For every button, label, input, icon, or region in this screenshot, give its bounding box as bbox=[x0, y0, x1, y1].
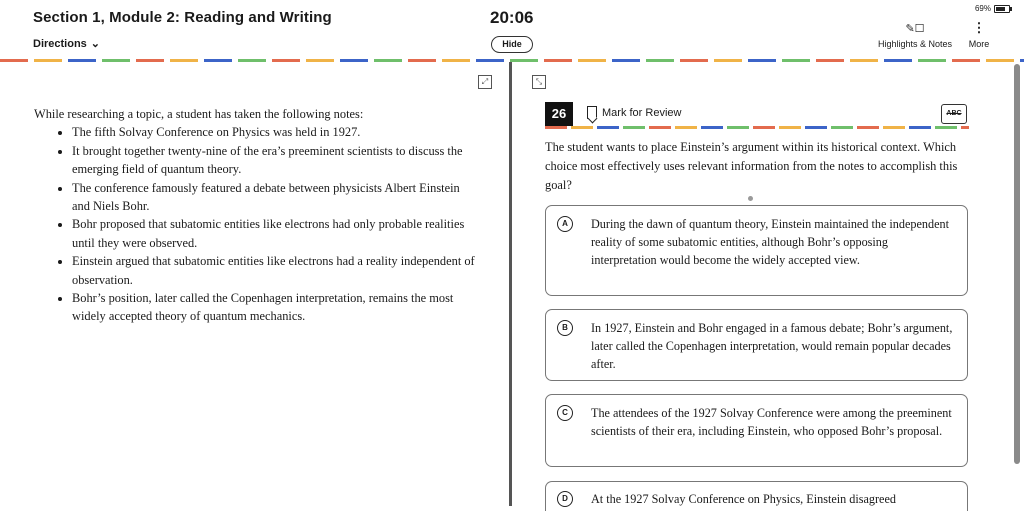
question-number: 26 bbox=[545, 102, 573, 126]
choice-d[interactable]: D At the 1927 Solvay Conference on Physi… bbox=[545, 481, 968, 511]
scrollbar[interactable] bbox=[1014, 64, 1020, 464]
choice-text: At the 1927 Solvay Conference on Physics… bbox=[591, 492, 896, 506]
top-bar: Section 1, Module 2: Reading and Writing… bbox=[0, 0, 1024, 60]
list-item: The conference famously featured a debat… bbox=[72, 179, 479, 216]
hide-timer-button[interactable]: Hide bbox=[491, 36, 533, 53]
choice-b[interactable]: B In 1927, Einstein and Bohr engaged in … bbox=[545, 309, 968, 381]
bookmark-icon bbox=[587, 106, 597, 119]
list-item: Bohr proposed that subatomic entities li… bbox=[72, 215, 479, 252]
choice-letter: A bbox=[557, 216, 573, 232]
question-prompt: The student wants to place Einstein’s ar… bbox=[545, 140, 958, 192]
notes-list: The fifth Solvay Conference on Physics w… bbox=[34, 123, 479, 325]
mark-for-review-button[interactable]: Mark for Review bbox=[587, 106, 681, 119]
battery-percent: 69% bbox=[974, 4, 991, 13]
more-label: More bbox=[968, 39, 990, 49]
choice-letter: C bbox=[557, 405, 573, 421]
strikethrough-abc-icon[interactable]: ABC bbox=[941, 104, 967, 124]
choice-text: The attendees of the 1927 Solvay Confere… bbox=[591, 406, 952, 439]
directions-label: Directions bbox=[33, 37, 87, 50]
passage-intro: While researching a topic, a student has… bbox=[34, 107, 364, 121]
chevron-down-icon: ⌄ bbox=[90, 38, 101, 50]
choice-letter: B bbox=[557, 320, 573, 336]
battery-icon bbox=[994, 4, 1012, 13]
list-item: The fifth Solvay Conference on Physics w… bbox=[72, 123, 479, 141]
battery-status: 69% bbox=[974, 4, 1012, 13]
more-button[interactable]: ⋮ More bbox=[966, 20, 992, 49]
question-divider bbox=[545, 126, 969, 129]
expand-icon[interactable]: ⤡ bbox=[532, 75, 546, 89]
choice-text: During the dawn of quantum theory, Einst… bbox=[591, 217, 949, 268]
mark-for-review-label: Mark for Review bbox=[602, 106, 682, 119]
vertical-dots-icon: ⋮ bbox=[972, 20, 986, 35]
list-item: Bohr’s position, later called the Copenh… bbox=[72, 289, 479, 326]
list-item: Einstein argued that subatomic entities … bbox=[72, 252, 479, 289]
section-title: Section 1, Module 2: Reading and Writing bbox=[33, 9, 332, 26]
passage-text: While researching a topic, a student has… bbox=[34, 105, 479, 326]
highlights-notes-button[interactable]: ✎☐ Highlights & Notes bbox=[873, 22, 957, 49]
timer: 20:06 bbox=[490, 8, 534, 27]
choice-text: In 1927, Einstein and Bohr engaged in a … bbox=[591, 321, 953, 372]
choice-c[interactable]: C The attendees of the 1927 Solvay Confe… bbox=[545, 394, 968, 467]
dot-indicator bbox=[748, 196, 753, 201]
pen-note-icon: ✎☐ bbox=[905, 23, 925, 35]
highlights-notes-label: Highlights & Notes bbox=[877, 39, 953, 49]
directions-toggle[interactable]: Directions ⌄ bbox=[33, 37, 101, 51]
expand-icon[interactable]: ⤢ bbox=[478, 75, 492, 89]
list-item: It brought together twenty-nine of the e… bbox=[72, 142, 479, 179]
choice-letter: D bbox=[557, 491, 573, 507]
choice-a[interactable]: A During the dawn of quantum theory, Ein… bbox=[545, 205, 968, 296]
